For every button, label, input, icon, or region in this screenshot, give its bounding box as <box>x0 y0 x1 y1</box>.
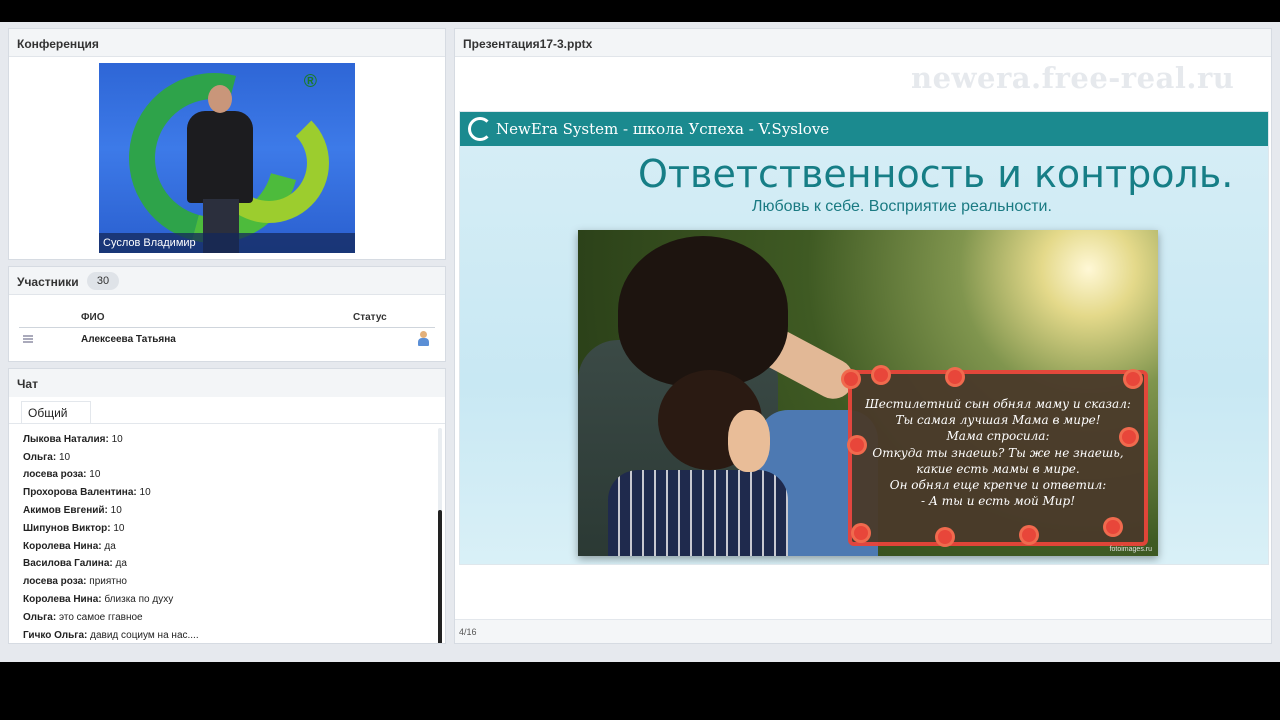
flower-icon <box>844 372 858 386</box>
chat-message-text: давид социум на нас.... <box>87 629 199 641</box>
chat-message-author: Ольга: <box>23 451 57 463</box>
chat-message-text: 10 <box>86 469 101 481</box>
chat-message-text: 10 <box>113 424 126 427</box>
chat-message: Ольга: это самое ггавное <box>23 612 427 630</box>
chat-scrollbar-thumb[interactable] <box>438 510 442 643</box>
poem-line: Откуда ты знаешь? Ты же не знаешь, <box>872 445 1124 460</box>
chat-message-text: 10 <box>136 487 151 499</box>
flower-icon <box>948 370 962 384</box>
flower-icon <box>1126 372 1140 386</box>
participants-count-badge: 30 <box>87 272 119 290</box>
speaker-head <box>208 85 232 113</box>
chat-message-author: Прохорова Валентина: <box>23 487 137 499</box>
video-feed[interactable]: ® Суслов Владимир <box>99 63 355 253</box>
chat-message: лосева роза: приятно <box>23 576 427 594</box>
slide-title: Ответственность и контроль. <box>638 152 1234 196</box>
photo-credit: fotoimages.ru <box>1109 546 1152 553</box>
chat-message-author: Гичко Ольга: <box>23 629 88 641</box>
mother-hair <box>618 236 788 386</box>
flower-icon <box>1022 528 1036 542</box>
newera-logo-icon <box>468 117 492 141</box>
presentation-panel: Презентация17-3.pptx newera.free-real.ru… <box>454 28 1272 644</box>
chat-message: Лыкова Наталия: 10 <box>23 434 427 452</box>
chat-message: Прохорова Валентина: 10 <box>23 487 427 505</box>
slide-header-bar: NewEra System - школа Успеха - V.Syslove <box>460 112 1268 146</box>
chat-message-text: 10 <box>110 522 125 534</box>
chat-message-author: Королева Нина: <box>23 593 102 605</box>
chat-message-author: Василова Галина: <box>23 424 113 427</box>
chat-message-author: Шипунов Виктор: <box>23 522 111 534</box>
slide: NewEra System - школа Успеха - V.Syslove… <box>459 111 1269 565</box>
participants-panel: Участники 30 ФИО Статус Алексеева Татьян… <box>8 266 446 362</box>
chat-title: Чат <box>17 377 38 391</box>
column-header-name[interactable]: ФИО <box>81 312 105 323</box>
poem-line: Ты самая лучшая Мама в мире! <box>895 413 1101 428</box>
chat-message-author: Королева Нина: <box>23 540 102 552</box>
chat-message-author: Акимов Евгений: <box>23 504 108 516</box>
participants-title: Участники <box>17 275 79 289</box>
column-header-status[interactable]: Статус <box>353 312 387 323</box>
chat-message-text: это самое ггавное <box>56 611 143 623</box>
chat-message: Королева Нина: близка по духу <box>23 594 427 612</box>
user-icon <box>417 331 429 347</box>
chat-message-text: близка по духу <box>101 593 174 605</box>
chat-message-author: Ольга: <box>23 611 57 623</box>
presentation-footer: 4/16 <box>455 619 1271 643</box>
chat-message: Акимов Евгений: 10 <box>23 505 427 523</box>
speaker-figure <box>187 111 253 203</box>
chat-message-list: Василова Галина: 10Лыкова Наталия: 10Оль… <box>23 424 427 643</box>
presentation-title: Презентация17-3.pptx <box>463 37 593 51</box>
slide-header-text: NewEra System - школа Успеха - V.Syslove <box>496 120 830 138</box>
video-caption: Суслов Владимир <box>99 233 355 253</box>
chat-message-text: 10 <box>108 433 123 445</box>
child-face <box>728 410 770 472</box>
flower-icon <box>1106 520 1120 534</box>
chat-message-text: да <box>112 558 127 570</box>
participant-name: Алексеева Татьяна <box>81 334 176 345</box>
chat-message: Шипунов Виктор: 10 <box>23 523 427 541</box>
poem-line: - А ты и есть мой Мир! <box>920 494 1076 509</box>
chat-messages[interactable]: Василова Галина: 10Лыкова Наталия: 10Оль… <box>9 423 445 643</box>
chat-message-text: 10 <box>56 451 71 463</box>
app-window: Конференция ® Суслов Владимир Участники … <box>0 22 1280 662</box>
registered-mark: ® <box>303 71 317 91</box>
chat-message: Королева Нина: да <box>23 541 427 559</box>
chat-message: лосева роза: 10 <box>23 469 427 487</box>
conference-header: Конференция <box>9 29 445 57</box>
chat-message: Василова Галина: да <box>23 558 427 576</box>
chat-panel: Чат Общий Василова Галина: 10Лыкова Ната… <box>8 368 446 644</box>
chat-message: Василова Галина: 10 <box>23 424 427 434</box>
chat-message-author: лосева роза: <box>23 576 87 588</box>
presentation-header: Презентация17-3.pptx <box>455 29 1271 57</box>
flower-icon <box>854 526 868 540</box>
poem-line: Он обнял еще крепче и ответил: <box>889 478 1107 493</box>
chat-message-text: да <box>101 540 116 552</box>
table-divider <box>19 327 435 328</box>
row-menu-icon[interactable] <box>23 335 33 343</box>
chat-message-text: 10 <box>107 504 122 516</box>
slide-photo: Шестилетний сын обнял маму и сказал: Ты с… <box>578 230 1158 556</box>
chat-message-author: Василова Галина: <box>23 558 113 570</box>
chat-message-author: Лыкова Наталия: <box>23 433 109 445</box>
poem-line: Шестилетний сын обнял маму и сказал: <box>865 397 1131 411</box>
slide-subtitle: Любовь к себе. Восприятие реальности. <box>752 198 1052 215</box>
poem-text: Шестилетний сын обнял маму и сказал: Ты с… <box>853 396 1143 509</box>
poem-line: Мама спросила: <box>946 429 1050 444</box>
conference-panel: Конференция ® Суслов Владимир <box>8 28 446 260</box>
page-indicator: 4/16 <box>459 627 477 637</box>
participants-header[interactable]: Участники 30 <box>9 267 445 295</box>
flower-icon <box>874 368 888 382</box>
tab-general[interactable]: Общий <box>21 401 91 423</box>
chat-message-author: лосева роза: <box>23 469 87 481</box>
flower-icon <box>938 530 952 544</box>
chat-message-text: приятно <box>86 576 127 588</box>
child-figure <box>608 470 788 556</box>
poem-line: какие есть мамы в мире. <box>916 461 1080 476</box>
conference-title: Конференция <box>17 37 99 51</box>
chat-message: Гичко Ольга: давид социум на нас.... <box>23 630 427 643</box>
chat-header: Чат <box>9 369 445 397</box>
watermark: newera.free-real.ru <box>911 61 1235 95</box>
chat-message: Ольга: 10 <box>23 452 427 470</box>
